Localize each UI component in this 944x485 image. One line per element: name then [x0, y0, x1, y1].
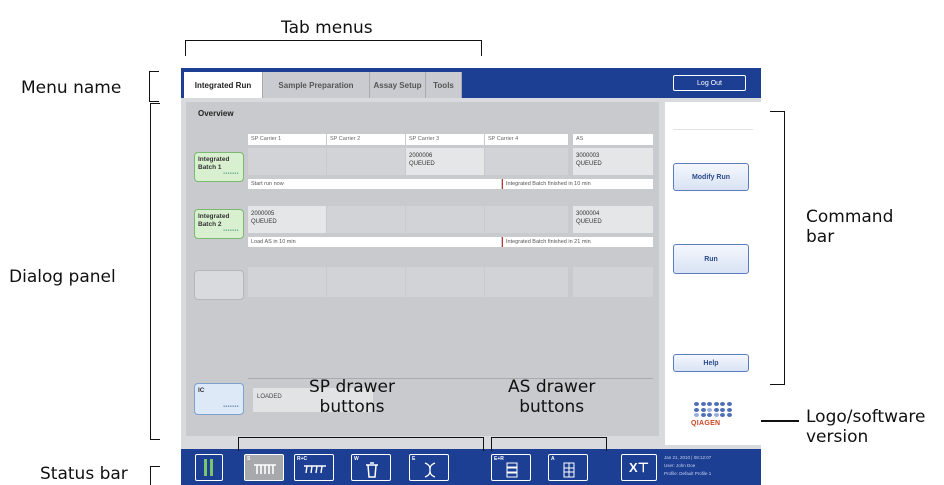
batch-2-stars: •••••••: [223, 228, 239, 234]
as-drawer-assay-label: A: [551, 456, 555, 462]
batch-2-sp-carrier-4-cell[interactable]: [485, 206, 568, 233]
reagent-cartridge-icon: [304, 465, 326, 474]
integrated-batch-1-button[interactable]: Integrated Batch 1 •••••••: [194, 152, 244, 182]
tab-assay-setup[interactable]: Assay Setup: [370, 72, 426, 98]
sp-drawer-reagent-button[interactable]: R+C: [294, 454, 334, 481]
tab-sample-preparation[interactable]: Sample Preparation: [263, 72, 370, 98]
annotation-sp-drawer-buttons: SP drawer buttons: [309, 377, 395, 417]
modify-run-button[interactable]: Modify Run: [673, 163, 749, 191]
status-user: User: John Doe: [664, 463, 696, 468]
batch-1-sp-carrier-3-cell[interactable]: 2000006 QUEUED: [406, 148, 484, 175]
batch-2-name-line-1: Integrated: [198, 213, 230, 220]
run-button[interactable]: Run: [673, 244, 749, 274]
batch-1-as-cell[interactable]: 3000003 QUEUED: [573, 148, 653, 175]
ic-stars: •••••••: [223, 404, 239, 410]
batch-1-sp-carrier-2-cell[interactable]: [327, 148, 405, 175]
menu-name-bracket: [149, 71, 159, 102]
batch-2-sp-carrier-3-cell[interactable]: [406, 206, 484, 233]
column-header-sp-carrier-3: SP Carrier 3: [406, 134, 484, 145]
status-info: Jan 21, 2010 | 08:12:07 User: John Doe P…: [664, 454, 711, 478]
batch-2-info-left: Load AS in 10 min: [248, 237, 501, 247]
batch-2-info-right: Integrated Batch finished in 21 min: [502, 237, 653, 247]
batch-2-sp-carrier-2-cell[interactable]: [327, 206, 405, 233]
empty-row-cell-3: [406, 267, 484, 297]
column-header-sp-carrier-2: SP Carrier 2: [327, 134, 405, 145]
annotation-logo-version: Logo/software version: [806, 407, 926, 447]
as-drawer-bracket: [491, 437, 607, 451]
annotation-menu-name: Menu name: [21, 78, 122, 98]
column-header-as: AS: [573, 134, 653, 145]
status-profile: Profile: Default Profile 1: [664, 471, 712, 476]
sp-drawer-eluate-button[interactable]: E: [409, 454, 449, 481]
batch-1-sp-carrier-4-cell[interactable]: [485, 148, 568, 175]
ic-label: IC: [198, 387, 205, 394]
tab-tools[interactable]: Tools: [426, 72, 462, 98]
overview-title: Overview: [198, 109, 234, 118]
command-bar-separator: [673, 129, 753, 130]
batch-1-stars: •••••••: [223, 171, 239, 177]
annotation-command-bar: Command bar: [806, 207, 894, 247]
status-bar-bracket: [150, 466, 160, 485]
tube-rack-icon: [254, 464, 276, 474]
empty-row-cell-2: [327, 267, 405, 297]
as-drawer-eluate-reagent-button[interactable]: E+R: [491, 454, 531, 481]
batch-1-info-right: Integrated Batch finished in 10 min: [502, 179, 653, 189]
help-button[interactable]: Help: [673, 354, 749, 372]
as-drawer-assay-button[interactable]: A: [548, 454, 588, 481]
eluate-rack-icon: [424, 462, 436, 478]
empty-row-cell-5: [573, 267, 653, 297]
column-header-sp-carrier-4: SP Carrier 4: [485, 134, 568, 145]
qiagen-logo: QIAGEN: [691, 402, 735, 432]
logo-text: QIAGEN: [691, 420, 721, 427]
logo-pointer-line: [757, 420, 799, 422]
status-bar: S R+C W E E+R A X⊤ Jan 21, 2010 | 08:12:…: [181, 449, 761, 485]
empty-row-cell-1: [248, 267, 326, 297]
eluate-reagent-icon: [506, 462, 518, 478]
annotation-status-bar: Status bar: [40, 464, 128, 484]
tab-integrated-run[interactable]: Integrated Run: [184, 72, 263, 98]
tools-button[interactable]: X⊤: [621, 454, 657, 481]
annotation-tab-menus: Tab menus: [281, 18, 373, 38]
system-status-button[interactable]: [195, 454, 223, 481]
empty-row-cell-4: [485, 267, 568, 297]
empty-batch-slot[interactable]: [194, 270, 244, 300]
logout-button[interactable]: Log Out: [673, 75, 746, 91]
sp-drawer-sample-label: S: [247, 456, 251, 462]
column-header-sp-carrier-1: SP Carrier 1: [248, 134, 326, 145]
annotation-dialog-panel: Dialog panel: [9, 267, 116, 287]
menu-bar: Integrated Run Sample Preparation Assay …: [181, 68, 761, 98]
command-bar: Modify Run Run Help QIAGEN: [665, 102, 761, 445]
batch-1-sp-carrier-1-cell[interactable]: [248, 148, 326, 175]
logo-dots-icon: [694, 402, 735, 417]
command-bar-bracket: [770, 111, 785, 385]
tools-icon: X⊤: [629, 459, 649, 475]
sp-drawer-waste-button[interactable]: W: [351, 454, 391, 481]
batch-2-as-cell[interactable]: 3000004 QUEUED: [573, 206, 653, 233]
software-screen: Integrated Run Sample Preparation Assay …: [181, 68, 761, 485]
status-datetime: Jan 21, 2010 | 08:12:07: [664, 455, 712, 460]
tab-menus-bracket: [185, 40, 482, 56]
batch-1-info-left: Start run now: [248, 179, 501, 189]
assay-plate-icon: [563, 462, 575, 478]
system-status-icon: [204, 459, 213, 476]
waste-bin-icon: [366, 462, 378, 478]
dialog-panel-bracket: [150, 103, 160, 440]
sp-drawer-eluate-label: E: [412, 456, 416, 462]
ic-button[interactable]: IC •••••••: [194, 383, 244, 415]
batch-1-name-line-1: Integrated: [198, 156, 230, 163]
annotation-as-drawer-buttons: AS drawer buttons: [508, 377, 596, 417]
batch-2-sp-carrier-1-cell[interactable]: 2000005 QUEUED: [248, 206, 326, 233]
sp-drawer-sample-button[interactable]: S: [244, 454, 284, 481]
sp-drawer-bracket: [238, 437, 484, 451]
integrated-batch-2-button[interactable]: Integrated Batch 2 •••••••: [194, 209, 244, 239]
